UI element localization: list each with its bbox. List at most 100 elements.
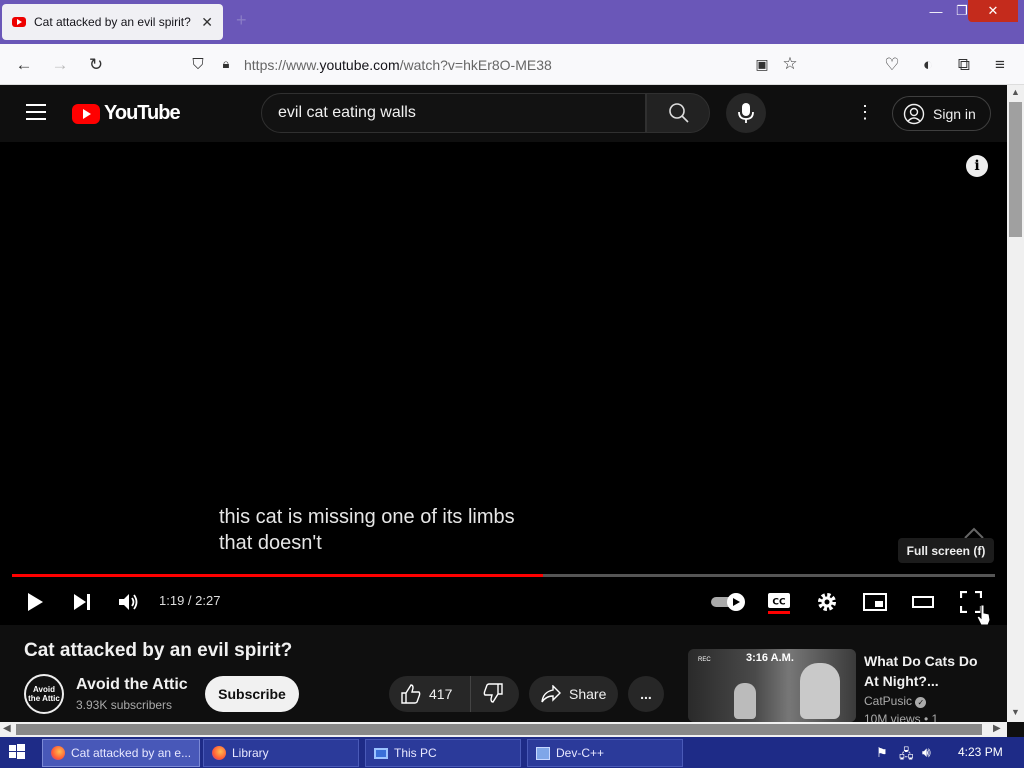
sign-in-label: Sign in bbox=[933, 105, 976, 122]
start-button[interactable] bbox=[8, 743, 28, 763]
menu-icon[interactable]: ≡ bbox=[988, 53, 1012, 77]
video-details: Cat attacked by an evil spirit? Avoid th… bbox=[0, 625, 1007, 726]
taskbar-item-label: Dev-C++ bbox=[556, 746, 605, 760]
speaker-icon[interactable]: 🔊︎ bbox=[922, 744, 931, 761]
forward-icon[interactable]: → bbox=[48, 53, 72, 77]
play-icon bbox=[28, 593, 43, 611]
recommended-video-title[interactable]: What Do Cats Do At Night?... bbox=[864, 651, 984, 691]
more-actions-button[interactable]: ... bbox=[628, 676, 664, 712]
taskbar-item-dev-cpp[interactable]: Dev-C++ bbox=[527, 739, 683, 767]
thumbnail-timestamp: 3:16 A.M. bbox=[746, 652, 794, 664]
back-icon[interactable]: ← bbox=[12, 53, 36, 77]
subscriber-count: 3.93K subscribers bbox=[76, 698, 173, 712]
taskbar-clock[interactable]: 4:23 PM bbox=[958, 745, 1003, 759]
network-icon[interactable]: 🖧︎ bbox=[899, 745, 914, 767]
closed-captions-icon: CC bbox=[768, 593, 790, 614]
miniplayer-icon bbox=[863, 593, 887, 611]
firefox-icon bbox=[212, 746, 226, 760]
extensions-icon[interactable]: ⧉ bbox=[952, 53, 976, 77]
scroll-left-icon[interactable]: ◀ bbox=[3, 723, 11, 734]
miniplayer-button[interactable] bbox=[862, 590, 888, 614]
tab-close-icon[interactable]: ✕ bbox=[201, 14, 213, 31]
flag-icon[interactable]: ⚑ bbox=[876, 745, 888, 761]
hamburger-menu-icon[interactable] bbox=[26, 104, 46, 120]
firefox-icon bbox=[51, 746, 65, 760]
youtube-wordmark: YouTube bbox=[104, 102, 181, 124]
thumbs-up-icon bbox=[401, 684, 421, 704]
browser-tab-active[interactable]: Cat attacked by an evil spirit? - ✕ bbox=[2, 4, 223, 40]
like-button[interactable]: 417 bbox=[389, 676, 471, 712]
progress-bar[interactable] bbox=[12, 574, 995, 577]
volume-button[interactable] bbox=[116, 590, 142, 614]
picture-icon[interactable]: ▣ bbox=[750, 52, 774, 76]
dislike-button[interactable] bbox=[471, 682, 503, 706]
next-button[interactable] bbox=[70, 590, 94, 614]
account-icon[interactable]: ◐ bbox=[916, 53, 940, 77]
search-icon bbox=[669, 103, 689, 123]
subscribe-button[interactable]: Subscribe bbox=[205, 676, 299, 712]
settings-button[interactable] bbox=[814, 590, 840, 614]
browser-navbar: ← → ↻ ⛉ 🔒︎ https://www.youtube.com/watch… bbox=[0, 44, 1024, 85]
more-options-icon[interactable]: ⋮ bbox=[856, 102, 874, 124]
sign-in-button[interactable]: Sign in bbox=[892, 96, 991, 131]
share-label: Share bbox=[569, 686, 607, 702]
reload-icon[interactable]: ↻ bbox=[84, 53, 108, 77]
channel-name[interactable]: Avoid the Attic bbox=[76, 676, 188, 694]
bookmark-star-icon[interactable]: ☆ bbox=[778, 52, 802, 76]
autoplay-toggle[interactable] bbox=[710, 590, 746, 614]
youtube-header: YouTube evil cat eating walls ⋮ Sign in bbox=[0, 85, 1007, 142]
theater-mode-icon bbox=[912, 596, 934, 608]
mouse-cursor-icon bbox=[976, 604, 991, 626]
thumbnail-cat-large bbox=[800, 663, 840, 719]
new-tab-button[interactable]: + bbox=[236, 10, 247, 31]
taskbar-item-this-pc[interactable]: This PC bbox=[365, 739, 521, 767]
taskbar-item-label: Library bbox=[232, 746, 269, 760]
info-icon[interactable]: i bbox=[966, 155, 988, 177]
taskbar-item-label: Cat attacked by an e... bbox=[71, 746, 192, 760]
user-icon bbox=[903, 103, 925, 124]
channel-avatar[interactable]: Avoid the Attic bbox=[24, 674, 64, 714]
url-bar[interactable]: ⛉ 🔒︎ https://www.youtube.com/watch?v=hkE… bbox=[180, 49, 810, 80]
share-icon bbox=[541, 685, 561, 703]
scroll-down-icon[interactable]: ▼ bbox=[1011, 707, 1020, 717]
windows-logo-icon bbox=[9, 744, 25, 759]
taskbar-item-library[interactable]: Library bbox=[203, 739, 359, 767]
search-button[interactable] bbox=[646, 93, 710, 133]
youtube-logo[interactable]: YouTube bbox=[72, 102, 181, 125]
play-button[interactable] bbox=[24, 590, 46, 614]
dev-cpp-icon bbox=[536, 746, 550, 760]
svg-text:CC: CC bbox=[772, 598, 786, 608]
like-count: 417 bbox=[429, 686, 453, 702]
horizontal-scroll-thumb[interactable] bbox=[16, 724, 982, 735]
avatar-text: Avoid the Attic bbox=[28, 685, 60, 703]
tab-title: Cat attacked by an evil spirit? - bbox=[34, 15, 194, 29]
taskbar-item-label: This PC bbox=[394, 746, 437, 760]
video-player[interactable]: i this cat is missing one of its limbs t… bbox=[0, 142, 1007, 626]
caption-line-2: that doesn't bbox=[219, 532, 322, 554]
taskbar-item-firefox-youtube[interactable]: Cat attacked by an e... bbox=[42, 739, 200, 767]
scroll-right-icon[interactable]: ▶ bbox=[993, 723, 1001, 734]
subtitles-button[interactable]: CC bbox=[766, 590, 792, 614]
recommended-channel[interactable]: CatPusic ✓ bbox=[864, 694, 927, 708]
fullscreen-tooltip: Full screen (f) bbox=[898, 538, 994, 563]
shield-icon[interactable]: ⛉ bbox=[186, 52, 210, 76]
theater-mode-button[interactable] bbox=[910, 590, 936, 614]
vertical-scroll-thumb[interactable] bbox=[1009, 102, 1022, 237]
computer-icon bbox=[374, 747, 388, 759]
share-button[interactable]: Share bbox=[529, 676, 618, 712]
close-window-button[interactable]: ✕ bbox=[968, 0, 1018, 22]
recommended-video-thumbnail[interactable]: 3:16 A.M. REC bbox=[688, 649, 856, 722]
voice-search-button[interactable] bbox=[726, 93, 766, 133]
video-caption: this cat is missing one of its limbs tha… bbox=[219, 504, 515, 556]
pocket-icon[interactable]: ♡ bbox=[880, 53, 904, 77]
like-dislike-group: 417 bbox=[389, 676, 519, 712]
lock-icon[interactable]: 🔒︎ bbox=[214, 52, 238, 76]
browser-titlebar: Cat attacked by an evil spirit? - ✕ + — … bbox=[0, 0, 1024, 44]
caption-line-1: this cat is missing one of its limbs bbox=[219, 506, 515, 528]
search-input[interactable]: evil cat eating walls bbox=[261, 93, 646, 133]
youtube-favicon-icon bbox=[12, 17, 26, 27]
url-text[interactable]: https://www.youtube.com/watch?v=hkEr8O-M… bbox=[244, 57, 552, 73]
scroll-up-icon[interactable]: ▲ bbox=[1011, 87, 1020, 97]
next-icon bbox=[74, 594, 90, 610]
time-display: 1:19 / 2:27 bbox=[159, 593, 221, 608]
